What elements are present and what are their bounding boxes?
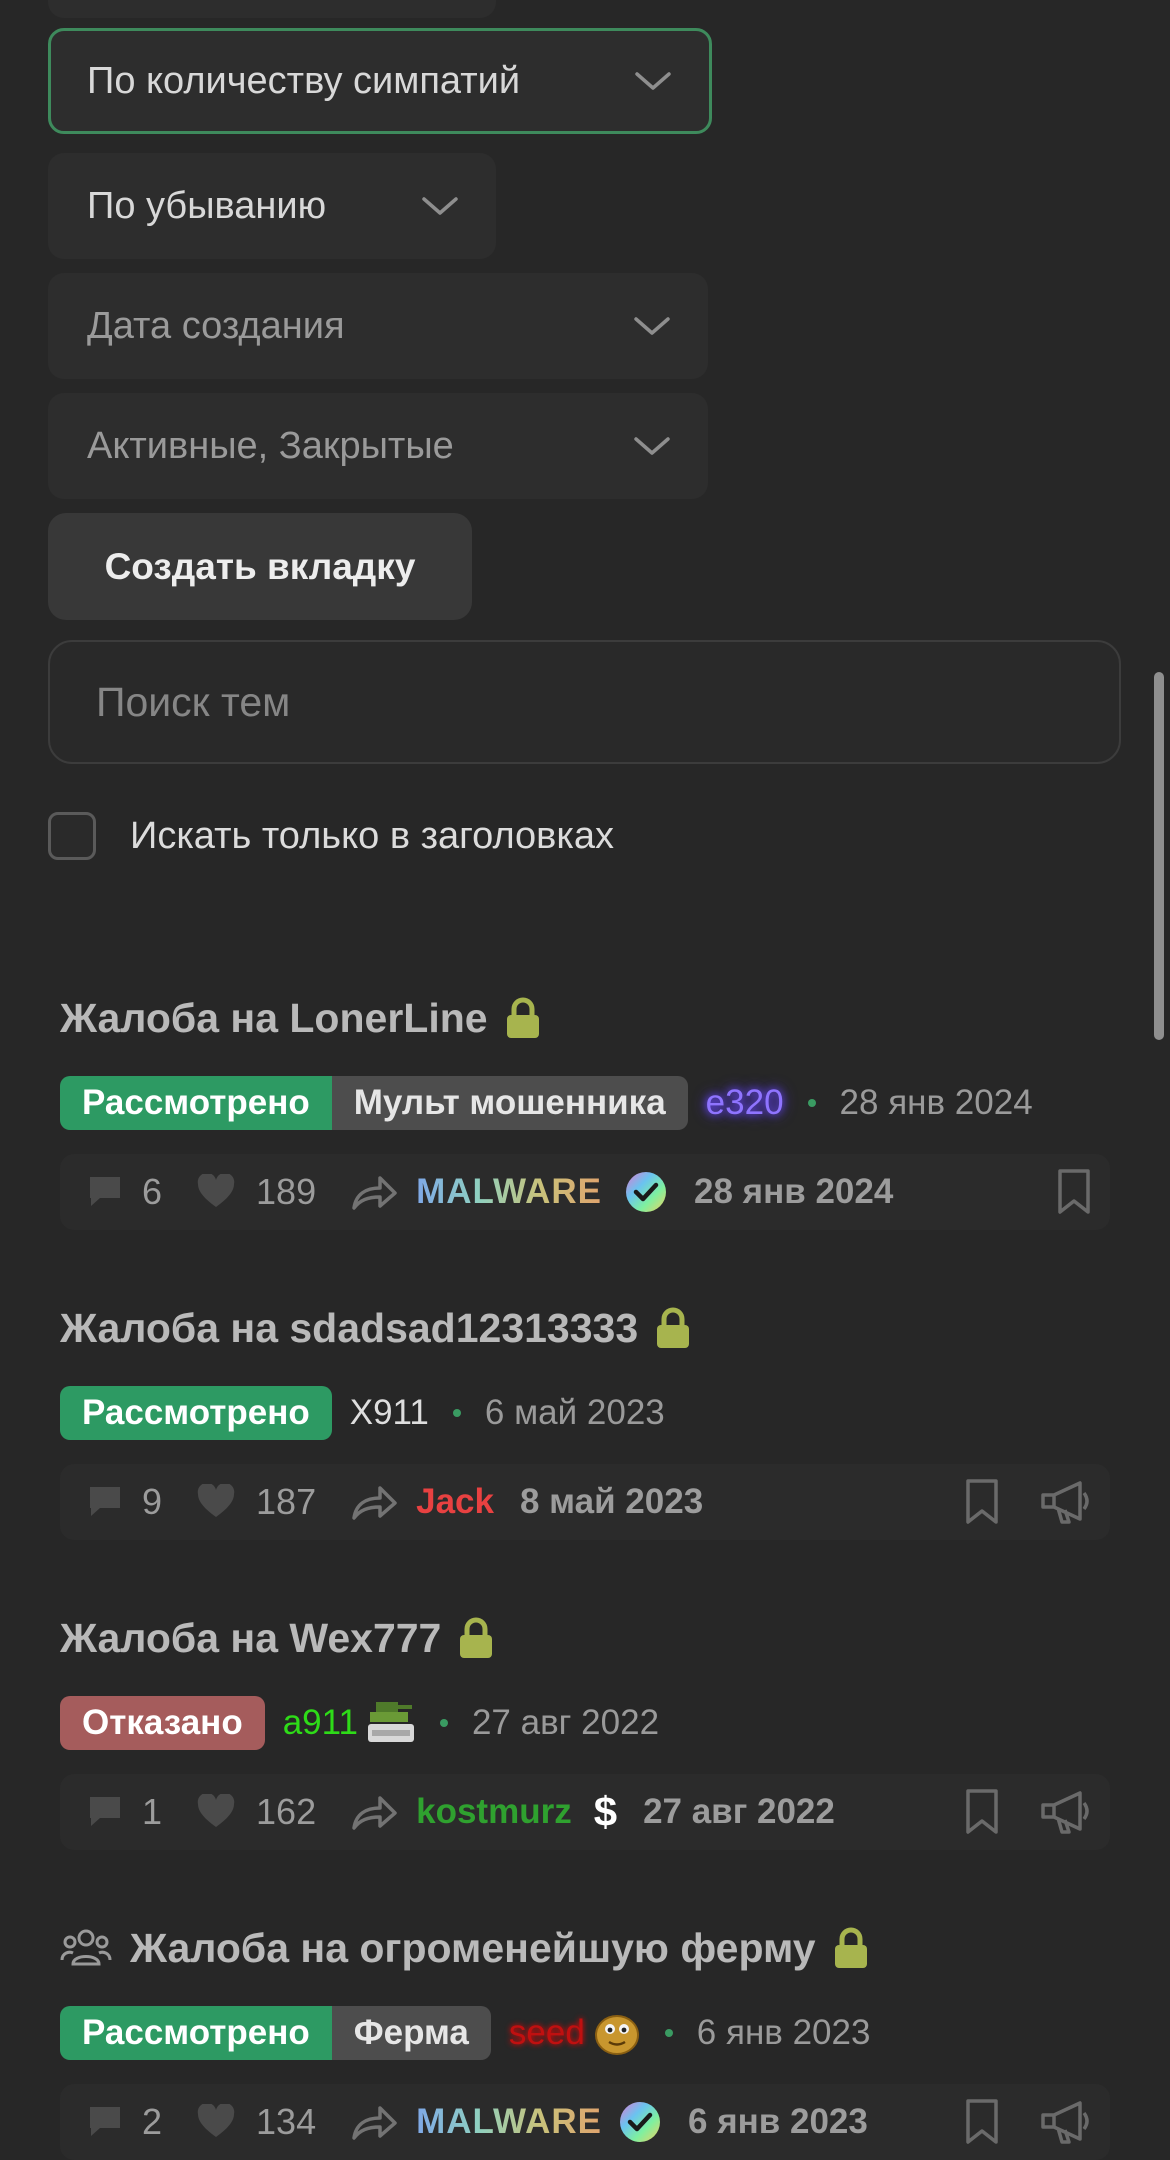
scrollbar-thumb[interactable]	[1154, 672, 1164, 1040]
heart-icon	[197, 2104, 235, 2137]
previous-select-edge	[48, 0, 496, 18]
verified-badge-icon	[620, 2102, 660, 2142]
like-count: 134	[256, 2101, 317, 2142]
state-select[interactable]: Активные, Закрытые	[48, 393, 708, 499]
reply-arrow-icon	[352, 2106, 397, 2140]
date-field-value: Дата создания	[87, 304, 345, 347]
reply-count: 9	[142, 1481, 163, 1522]
bookmark-icon[interactable]	[964, 2098, 1000, 2146]
last-post-user[interactable]: kostmurz	[416, 1792, 572, 1832]
verified-badge-icon	[626, 1172, 666, 1212]
like-count: 187	[256, 1481, 317, 1522]
last-post-date: 6 янв 2023	[688, 2102, 868, 2141]
last-post-user[interactable]: MALWARE	[416, 2102, 602, 2142]
thread-title[interactable]: Жалоба на огроменейшую ферму	[130, 1925, 816, 1972]
comment-icon	[90, 1797, 120, 1826]
heart-icon	[197, 1484, 235, 1517]
reply-count: 2	[142, 2101, 163, 2142]
reply-count: 1	[142, 1791, 163, 1832]
heart-icon	[197, 1174, 235, 1207]
thread-author[interactable]: a911	[283, 1703, 358, 1743]
heart-icon	[197, 1794, 235, 1827]
search-box	[48, 640, 1121, 764]
bookmark-icon[interactable]	[964, 1478, 1000, 1526]
thread-prefix[interactable]: Рассмотрено	[60, 1386, 332, 1440]
last-post-date: 8 май 2023	[519, 1482, 704, 1521]
megaphone-icon[interactable]	[1040, 2099, 1092, 2145]
thread-author[interactable]: X911	[350, 1393, 429, 1433]
lock-icon	[506, 997, 539, 1038]
lock-icon	[657, 1307, 690, 1348]
thread-title[interactable]: Жалоба на LonerLine	[60, 995, 488, 1042]
potato-face-icon	[594, 2015, 639, 2055]
separator-dot	[452, 1409, 461, 1417]
lock-icon	[460, 1617, 493, 1658]
comment-icon	[90, 1487, 120, 1516]
thread-prefix[interactable]: Рассмотрено	[60, 2006, 332, 2060]
thread-stats: 6 189 MALWARE 28 янв 2024	[60, 1154, 1110, 1230]
thread-stats: 9 187 Jack 8 май 2023	[60, 1464, 1110, 1540]
reply-arrow-icon	[352, 1486, 397, 1520]
titles-only-option[interactable]: Искать только в заголовках	[48, 810, 614, 862]
date-field-select[interactable]: Дата создания	[48, 273, 708, 379]
thread-author[interactable]: seed	[509, 2013, 585, 2053]
search-input[interactable]	[96, 678, 1119, 726]
order-select[interactable]: По убыванию	[48, 153, 496, 259]
last-post-date: 28 янв 2024	[694, 1172, 894, 1211]
thread-prefix[interactable]: Отказано	[60, 1696, 265, 1750]
thread-tag[interactable]: Ферма	[331, 2006, 491, 2060]
chevron-down-icon	[422, 197, 458, 215]
separator-dot	[807, 1099, 816, 1107]
sort-by-select[interactable]: По количеству симпатий	[48, 28, 712, 134]
tank-icon	[367, 1702, 414, 1742]
thread-item[interactable]: Жалоба на sdadsad12313333 Рассмотрено X9…	[60, 1302, 1110, 1540]
thread-item[interactable]: Жалоба на Wex777 Отказано a911 27 авг 20…	[60, 1612, 1110, 1850]
like-count: 189	[256, 1171, 317, 1212]
thread-date: 27 авг 2022	[471, 1703, 660, 1742]
thread-tag[interactable]: Мульт мошенника	[331, 1076, 688, 1130]
thread-title[interactable]: Жалоба на Wex777	[60, 1615, 441, 1662]
thread-stats: 1 162 kostmurz $ 27 авг 2022	[60, 1774, 1110, 1850]
bookmark-icon[interactable]	[964, 1788, 1000, 1836]
reply-count: 6	[142, 1171, 163, 1212]
megaphone-icon[interactable]	[1040, 1479, 1092, 1525]
separator-dot	[439, 1719, 448, 1727]
sort-by-value: По количеству симпатий	[87, 59, 521, 102]
reply-arrow-icon	[352, 1176, 397, 1210]
state-value: Активные, Закрытые	[87, 424, 454, 467]
thread-prefix[interactable]: Рассмотрено	[60, 1076, 332, 1130]
create-tab-button[interactable]: Создать вкладку	[48, 513, 472, 620]
thread-author[interactable]: e320	[706, 1083, 784, 1123]
scrollbar[interactable]	[1154, 672, 1164, 1040]
chevron-down-icon	[634, 437, 670, 455]
separator-dot	[664, 2029, 673, 2037]
comment-icon	[90, 1177, 120, 1206]
like-count: 162	[256, 1791, 317, 1832]
titles-only-label: Искать только в заголовках	[130, 814, 614, 857]
thread-item[interactable]: Жалоба на огроменейшую ферму Рассмотрено…	[60, 1922, 1110, 2160]
group-icon	[60, 1929, 112, 1966]
last-post-date: 27 авг 2022	[643, 1792, 835, 1831]
thread-item[interactable]: Жалоба на LonerLine Рассмотрено Мульт мо…	[60, 992, 1110, 1230]
chevron-down-icon	[634, 317, 670, 335]
thread-date: 6 янв 2023	[696, 2013, 871, 2052]
last-post-user[interactable]: Jack	[416, 1482, 494, 1522]
thread-stats: 2 134 MALWARE 6 янв 2023	[60, 2084, 1110, 2160]
titles-only-checkbox[interactable]	[48, 812, 96, 860]
last-post-user[interactable]: MALWARE	[416, 1172, 602, 1212]
comment-icon	[90, 2107, 120, 2136]
thread-title[interactable]: Жалоба на sdadsad12313333	[60, 1305, 638, 1352]
chevron-down-icon	[635, 72, 671, 90]
lock-icon	[834, 1927, 867, 1968]
thread-date: 28 янв 2024	[839, 1083, 1033, 1122]
megaphone-icon[interactable]	[1040, 1789, 1092, 1835]
dollar-badge: $	[593, 1788, 618, 1835]
reply-arrow-icon	[352, 1796, 397, 1830]
thread-date: 6 май 2023	[484, 1393, 665, 1432]
order-value: По убыванию	[87, 184, 327, 227]
bookmark-icon[interactable]	[1056, 1168, 1092, 1216]
